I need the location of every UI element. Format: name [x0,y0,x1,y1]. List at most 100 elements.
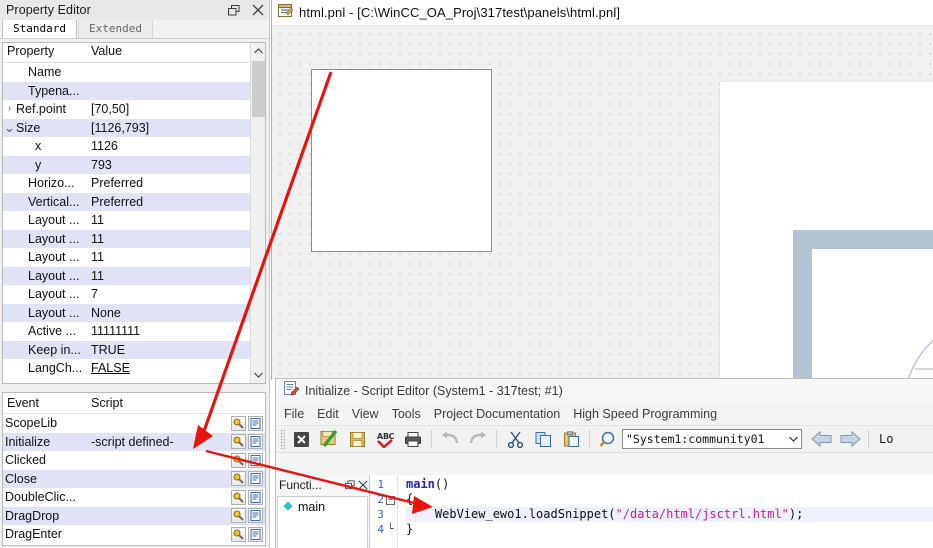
property-value[interactable]: 11 [87,269,265,283]
property-grid-scrollbar[interactable] [250,43,265,383]
code-line[interactable]: { [406,492,933,507]
script-document-icon[interactable] [248,508,263,524]
property-row[interactable]: Vertical... Preferred [3,192,265,211]
property-value[interactable]: 11111111 [87,324,250,338]
code-line[interactable]: WebView_ewo1.loadSnippet("/data/html/jsc… [406,507,933,522]
script-document-icon[interactable] [248,526,263,542]
undo-button[interactable] [436,427,464,451]
property-value[interactable]: [1126,793] [87,121,265,135]
back-arrow-button[interactable] [808,427,836,451]
menu-item-file[interactable]: File [284,407,304,421]
property-row[interactable]: Horizo... Preferred [3,174,265,193]
property-value[interactable]: FALSE [87,361,265,375]
property-row[interactable]: Active ...11111111... [3,322,265,341]
property-value[interactable]: [70,50] [87,102,265,116]
property-row[interactable]: y 793 [3,155,265,174]
chevron-right-icon[interactable]: › [3,100,16,118]
event-row[interactable]: ScopeLib [3,414,265,433]
property-value[interactable]: Preferred [87,195,265,209]
panel-canvas[interactable] [272,26,933,380]
event-row[interactable]: Initialize -script defined- [3,432,265,451]
magnifier-icon[interactable] [231,508,246,524]
forward-arrow-button[interactable] [836,427,864,451]
magnifier-icon[interactable] [231,434,246,450]
scope-combobox[interactable]: "System1:community01 [622,429,802,449]
code-editor[interactable]: 1 2 3 4 − └ main(){ WebView_ewo1.loadSnippe… [370,475,933,548]
property-row[interactable]: Layout ... 11 [3,266,265,285]
accept-check-button[interactable] [315,427,343,451]
menu-item-view[interactable]: View [352,407,379,421]
event-row[interactable]: DragEnter [3,525,265,544]
script-document-icon[interactable] [248,452,263,468]
print-button[interactable] [399,427,427,451]
script-document-icon[interactable] [248,471,263,487]
property-row[interactable]: Typena... [3,81,265,100]
script-document-icon[interactable] [248,434,263,450]
webview-widget-placeholder[interactable] [311,69,492,252]
cancel-button[interactable] [287,427,315,451]
toolbar-grip[interactable] [280,429,285,449]
property-row[interactable]: Name [3,63,265,82]
property-value[interactable]: 11 [87,232,265,246]
magnifier-icon[interactable] [231,471,246,487]
restore-icon[interactable] [227,3,241,17]
redo-button[interactable] [464,427,492,451]
event-row[interactable]: DragDrop [3,506,265,525]
magnifier-icon[interactable] [231,415,246,431]
code-fold-column[interactable]: − └ [384,475,398,548]
menu-item-edit[interactable]: Edit [317,407,339,421]
magnifier-icon[interactable] [231,452,246,468]
property-row[interactable]: x 1126 [3,137,265,156]
script-document-icon[interactable] [248,489,263,505]
code-line[interactable]: } [406,522,933,537]
magnifier-icon[interactable] [231,489,246,505]
fold-toggle-icon[interactable]: − [384,492,397,507]
close-icon[interactable] [251,3,265,17]
property-value[interactable]: 7 [87,287,265,301]
functions-list[interactable]: main [277,496,368,548]
property-value[interactable]: 1126 [87,139,265,153]
undock-icon[interactable] [343,480,356,490]
property-name: x [35,139,42,154]
property-row[interactable]: LangCh... FALSE [3,359,265,378]
tab-standard[interactable]: Standard [2,19,77,38]
event-row[interactable]: Clicked [3,451,265,470]
property-row[interactable]: Layout ... 7 [3,285,265,304]
scrollbar-thumb[interactable] [252,61,265,117]
code-text[interactable]: main(){ WebView_ewo1.loadSnippet("/data/… [398,475,933,548]
copy-button[interactable] [529,427,557,451]
property-row[interactable]: Layout ... 11 [3,229,265,248]
script-document-icon[interactable] [248,415,263,431]
property-row[interactable]: Layout ... 11 [3,248,265,267]
chevron-down-icon[interactable] [785,435,801,444]
menu-item-high-speed-programming[interactable]: High Speed Programming [573,407,717,421]
property-value[interactable]: TRUE [87,343,265,357]
event-row[interactable]: Close [3,469,265,488]
property-value[interactable]: 11 [87,213,265,227]
event-row[interactable]: DoubleClic... [3,488,265,507]
save-button[interactable] [343,427,371,451]
find-button[interactable] [594,427,622,451]
property-row[interactable]: Keep in... TRUE [3,340,265,359]
property-value[interactable]: None [87,306,265,320]
spellcheck-button[interactable]: A B C [371,427,399,451]
property-row[interactable]: › Ref.point [70,50] [3,100,265,119]
cut-button[interactable] [501,427,529,451]
property-value[interactable]: Preferred [87,176,265,190]
menu-item-project-documentation[interactable]: Project Documentation [434,407,560,421]
property-row[interactable]: Layout ... 11 [3,211,265,230]
function-list-item[interactable]: main [278,497,367,514]
property-value[interactable]: 11 [87,250,265,264]
tab-extended[interactable]: Extended [77,19,153,38]
chevron-down-icon[interactable]: ⌄ [3,121,16,134]
close-icon[interactable] [356,480,369,490]
property-value[interactable]: 793 [87,158,265,172]
scroll-up-arrow-icon[interactable] [251,43,265,59]
menu-item-tools[interactable]: Tools [392,407,421,421]
paste-button[interactable] [557,427,585,451]
property-row[interactable]: Layout ... None [3,303,265,322]
magnifier-icon[interactable] [231,526,246,542]
property-row[interactable]: ⌄ Size [1126,793] [3,118,265,137]
scroll-down-arrow-icon[interactable] [251,367,265,383]
code-line[interactable]: main() [406,477,933,492]
